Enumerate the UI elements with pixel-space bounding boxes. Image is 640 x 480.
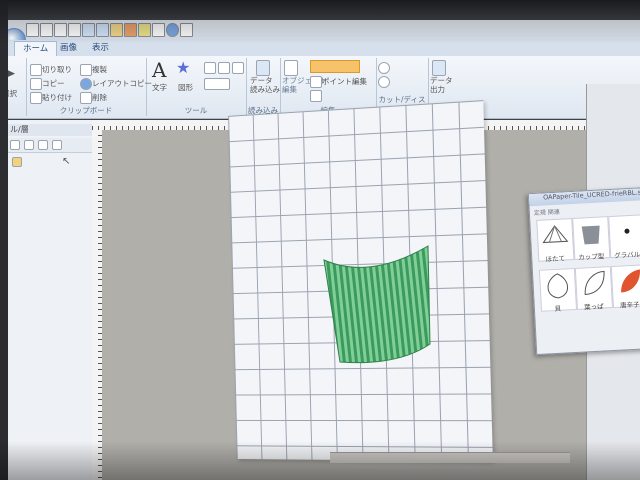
point-edit-icon (310, 76, 322, 88)
object-edit-icon (284, 60, 298, 76)
data-output-icon (432, 60, 446, 76)
leaf-icon (584, 270, 605, 295)
lock-icon[interactable] (12, 157, 22, 167)
shape-palette-window[interactable]: OAPaper-Tile_UCRED-frieRBL.s 定規 関連 ほたて カ… (527, 186, 640, 356)
duplicate-button[interactable]: 複製 (92, 64, 107, 75)
new-file-icon[interactable] (26, 23, 39, 37)
camera-icon[interactable] (124, 23, 137, 37)
cut-display-icon[interactable] (378, 62, 390, 74)
shape-tool-icon: ★ (176, 58, 191, 77)
zoom-out-icon[interactable] (218, 62, 230, 74)
layer-add-icon[interactable] (10, 140, 20, 150)
shape-label: ほたて (545, 254, 566, 264)
duplicate-icon (80, 64, 92, 76)
cup-icon (581, 225, 600, 245)
paste-icon (30, 92, 42, 104)
open-file-icon[interactable] (40, 23, 53, 37)
save-icon[interactable] (54, 23, 67, 37)
delete-icon (80, 92, 92, 104)
copy-button[interactable]: コピー (42, 78, 65, 89)
tab-image[interactable]: 画像 (52, 41, 85, 56)
layer-panel-title: ル/層 (8, 124, 94, 136)
ribbon-tabs: ホーム 画像 表示 (8, 40, 640, 57)
tab-view[interactable]: 表示 (84, 41, 117, 56)
point-edit-button[interactable]: ポイント編集 (322, 76, 367, 87)
text-tool-icon: A (152, 58, 167, 82)
palette-subtitle: 定規 関連 (533, 208, 560, 218)
shape-label: 貝 (554, 304, 562, 314)
highlighted-tool-button[interactable] (310, 60, 360, 73)
shape-tool-button[interactable]: 図形 (178, 82, 193, 93)
image-icon[interactable] (110, 23, 123, 37)
vertical-ruler (92, 130, 102, 480)
layer-up-icon[interactable] (24, 140, 34, 150)
tab-home[interactable]: ホーム (14, 41, 58, 57)
layer-panel: ル/層 ↖ (8, 120, 94, 480)
delete-button[interactable]: 削除 (92, 92, 107, 103)
layout-copy-icon (80, 78, 92, 90)
print-icon[interactable] (68, 23, 81, 37)
shape-label: グラバル (614, 250, 640, 260)
scan-icon[interactable] (138, 23, 151, 37)
horizontal-scrollbar[interactable] (330, 452, 570, 463)
shape-label: 唐辛子 (619, 300, 640, 310)
ribbon-group-import: データ 読み込み 読み込み (246, 58, 281, 116)
pointer-icon: ↖ (62, 156, 71, 167)
cut-display-icon-2[interactable] (378, 76, 390, 88)
hand-tool-icon[interactable] (204, 78, 230, 90)
shell-icon (547, 273, 569, 299)
layer-panel-toolbar (8, 138, 92, 153)
paste-button[interactable]: 貼り付け (42, 92, 72, 103)
cut-button[interactable]: 切り取り (42, 64, 72, 75)
dropdown-icon[interactable] (180, 23, 193, 37)
ribbon-group-select: ➤ 選択 (2, 58, 27, 116)
layer-delete-icon[interactable] (52, 140, 62, 150)
ribbon-group-tools: A 文字 ★ 図形 ツール (146, 58, 247, 116)
text-tool-button[interactable]: 文字 (152, 82, 167, 93)
undo-icon[interactable] (82, 23, 95, 37)
ribbon-group-clipboard: 切り取り コピー 貼り付け 複製 レイアウトコピー 削除 クリップボード (26, 58, 152, 116)
tools-group-label: ツール (184, 106, 208, 115)
shape-label: カップ型 (578, 252, 605, 262)
pepper-icon (621, 269, 640, 293)
monitor-bezel-top (0, 0, 640, 22)
copy-icon (30, 78, 42, 90)
help-icon[interactable] (166, 23, 179, 37)
layer-row[interactable]: ↖ (12, 156, 88, 168)
scallop-icon (542, 225, 569, 244)
redo-icon[interactable] (96, 23, 109, 37)
screen: ホーム 画像 表示 ➤ 選択 切り取り コピー 貼り付け 複製 レイアウトコピー… (0, 0, 640, 480)
quick-access-toolbar (2, 20, 640, 52)
zoom-fit-icon[interactable] (232, 62, 244, 74)
data-import-button[interactable]: データ 読み込み (250, 76, 280, 94)
monitor-bezel-left (0, 0, 8, 480)
striped-cup-shape[interactable] (318, 240, 434, 370)
settings-icon[interactable] (152, 23, 165, 37)
layout-copy-button[interactable]: レイアウトコピー (92, 78, 152, 89)
scissors-icon (30, 64, 42, 76)
zoom-in-icon[interactable] (204, 62, 216, 74)
group-edit-icon[interactable] (310, 90, 322, 102)
dot-icon (624, 228, 630, 234)
data-output-button[interactable]: データ 出力 (430, 76, 453, 94)
shape-label: 葉っぱ (583, 302, 604, 312)
data-import-icon (256, 60, 270, 76)
clipboard-group-label: クリップボード (59, 106, 113, 115)
layer-down-icon[interactable] (38, 140, 48, 150)
